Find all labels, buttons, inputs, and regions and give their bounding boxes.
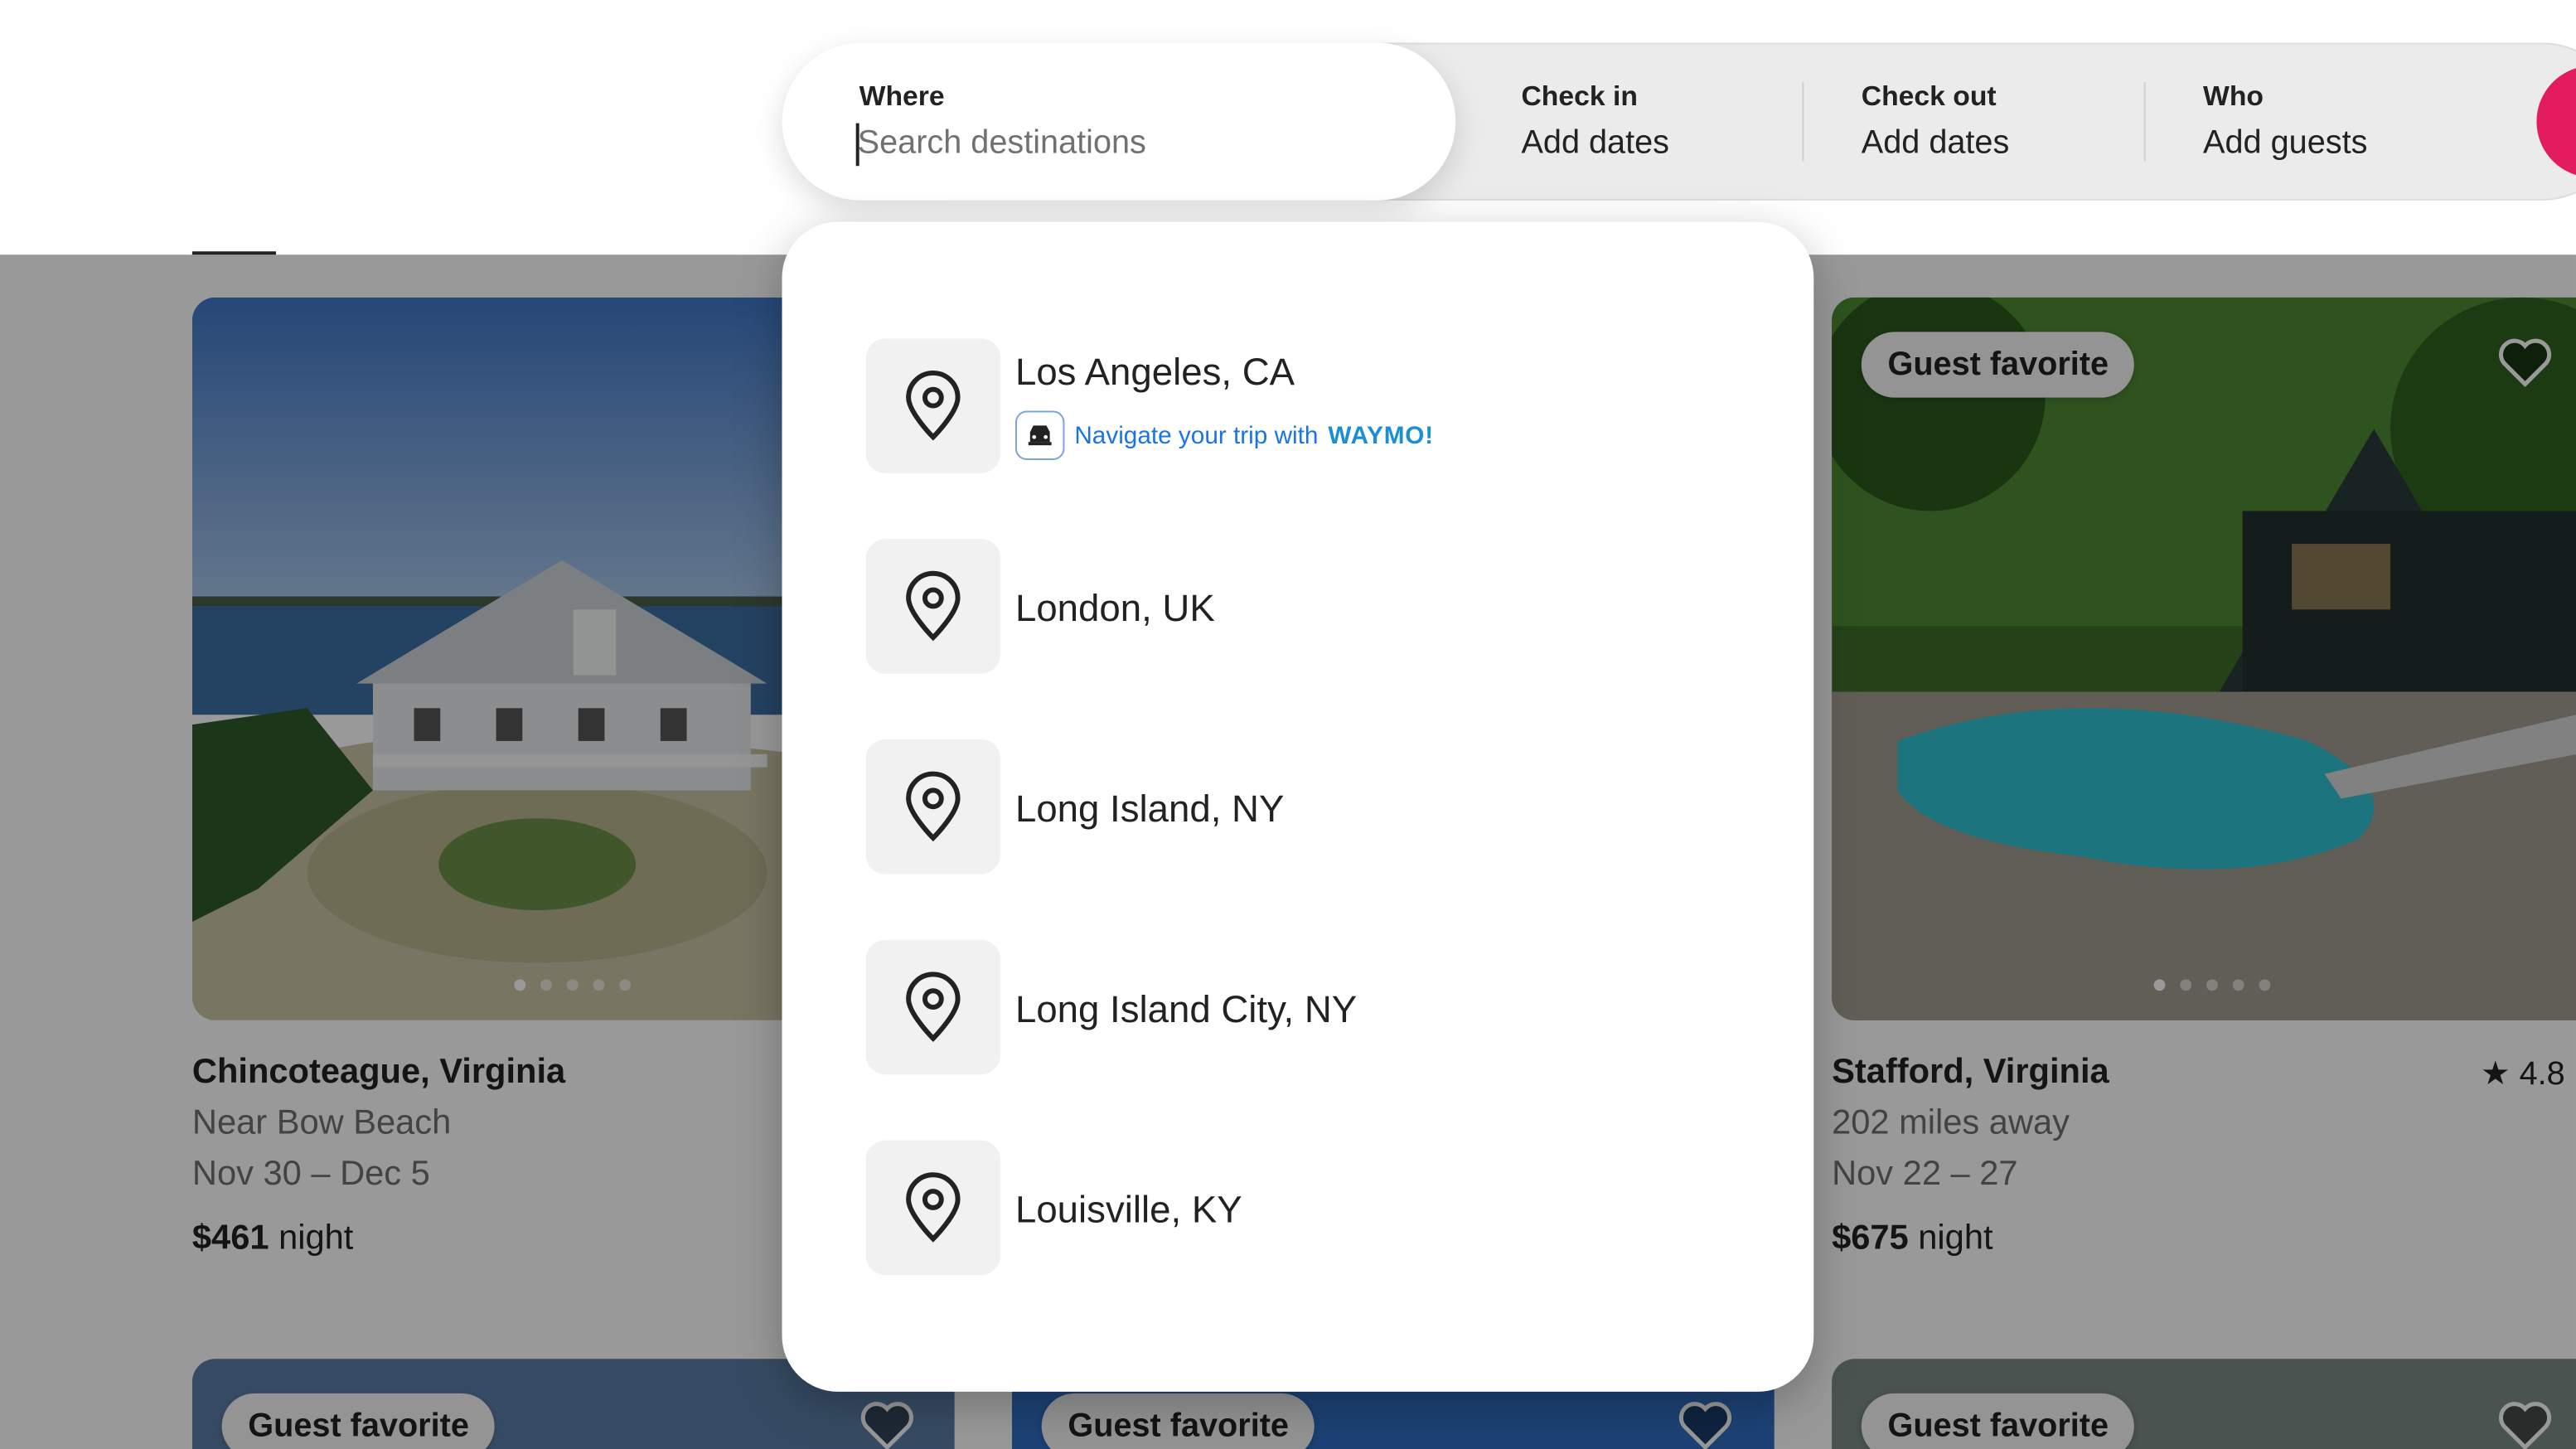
location-pin-icon bbox=[865, 1140, 1001, 1276]
waymo-brand: WAYMO! bbox=[1328, 421, 1434, 450]
waymo-promo-text: Navigate your trip with bbox=[1074, 421, 1319, 450]
location-pin-icon bbox=[865, 338, 1001, 473]
suggestion-label: Long Island City, NY bbox=[1014, 987, 1358, 1030]
check-in-label: Check in bbox=[1521, 80, 1638, 112]
check-out-value[interactable]: Add dates bbox=[1862, 125, 2010, 163]
suggestion-label: Louisville, KY bbox=[1014, 1188, 1242, 1231]
suggestion-item[interactable]: Long Island, NY bbox=[865, 739, 1786, 875]
search-destinations-input[interactable] bbox=[857, 119, 1416, 167]
check-in-value[interactable]: Add dates bbox=[1521, 125, 1669, 163]
location-pin-icon bbox=[865, 739, 1001, 875]
suggestion-item[interactable]: Louisville, KY bbox=[865, 1140, 1786, 1276]
where-label: Where bbox=[859, 80, 945, 112]
suggestion-item[interactable]: Los Angeles, CA Navigate your trip with … bbox=[865, 338, 1786, 473]
suggestion-label: Los Angeles, CA bbox=[1014, 350, 1295, 393]
suggestion-item[interactable]: Long Island City, NY bbox=[865, 939, 1786, 1075]
check-out-label: Check out bbox=[1861, 80, 1997, 112]
waymo-promo[interactable]: Navigate your trip with WAYMO! bbox=[1014, 410, 1434, 462]
location-pin-icon bbox=[865, 539, 1001, 674]
who-label: Who bbox=[2203, 80, 2264, 112]
text-caret bbox=[855, 123, 859, 167]
suggestion-item[interactable]: London, UK bbox=[865, 539, 1786, 674]
destination-suggestions-dropdown: Los Angeles, CA Navigate your trip with … bbox=[782, 221, 1814, 1392]
location-pin-icon bbox=[865, 939, 1001, 1075]
divider bbox=[2143, 82, 2146, 162]
car-icon bbox=[1014, 410, 1065, 460]
divider bbox=[1802, 82, 1804, 162]
suggestion-label: Long Island, NY bbox=[1014, 787, 1285, 830]
who-value[interactable]: Add guests bbox=[2203, 125, 2367, 163]
suggestion-label: London, UK bbox=[1014, 586, 1215, 630]
